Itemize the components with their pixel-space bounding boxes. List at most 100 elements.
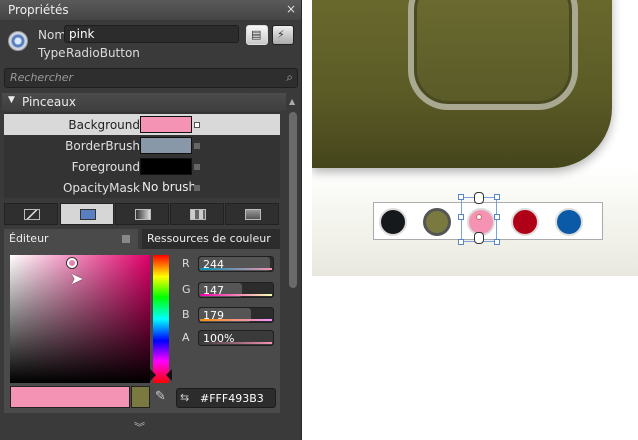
channel-label: R (182, 257, 190, 270)
resize-handle[interactable] (458, 194, 464, 200)
lightning-icon: ⚡ (277, 28, 285, 41)
brush-row-borderbrush[interactable]: BorderBrush (4, 135, 280, 156)
search-input[interactable]: Rechercher (10, 71, 73, 84)
name-input[interactable]: pink (64, 25, 239, 43)
device-illustration (312, 0, 612, 168)
resize-handle[interactable] (494, 239, 500, 245)
hex-value[interactable]: #FFF493B3 (200, 392, 264, 405)
tile-brush-icon (190, 209, 206, 220)
alpha-channel[interactable]: A 100% (180, 330, 276, 346)
resize-handle[interactable] (494, 194, 500, 200)
tile-brush-tab[interactable] (170, 203, 224, 225)
radio-blue[interactable] (555, 208, 583, 236)
color-picker-handle[interactable] (67, 258, 77, 268)
radio-black[interactable] (379, 208, 407, 236)
solid-color-tab[interactable] (60, 203, 114, 225)
green-channel[interactable]: G 147 (180, 282, 276, 298)
panel-title: Propriétés (8, 3, 69, 17)
blue-channel[interactable]: B 179 (180, 307, 276, 323)
rotate-grip-top[interactable] (474, 192, 484, 204)
device-screen (408, 0, 578, 110)
no-brush-tab[interactable] (4, 203, 58, 225)
rotate-grip-bottom[interactable] (474, 232, 484, 244)
no-brush-icon (24, 209, 40, 220)
search-box[interactable]: Rechercher ⌕ (4, 68, 298, 88)
element-identity: Nom pink Type RadioButton ▤ ⚡ (0, 20, 301, 64)
channel-gradient (200, 268, 272, 270)
color-editor: ➤ R 244 G 147 B 179 A 100% ✎ ⇆ #FFF493B3 (4, 249, 280, 413)
saturation-value-field[interactable]: ➤ (10, 255, 150, 383)
resize-handle[interactable] (494, 214, 500, 220)
brush-row-foreground[interactable]: Foreground (4, 156, 280, 177)
type-value: RadioButton (66, 46, 140, 60)
tab-color-resources[interactable]: Ressources de couleur (142, 229, 280, 249)
tab-editor-label: Éditeur (9, 232, 49, 245)
advanced-options-icon[interactable] (194, 143, 200, 149)
resize-handle[interactable] (458, 214, 464, 220)
properties-panel: Propriétés × Nom pink Type RadioButton ▤… (0, 0, 302, 440)
color-editor-tabs: Éditeur Ressources de couleur (4, 229, 280, 249)
name-label: Nom (38, 28, 67, 42)
brush-row-background[interactable]: Background (4, 114, 280, 135)
channel-label: G (182, 283, 191, 296)
channel-field[interactable]: 244 (198, 256, 274, 272)
resource-icon (245, 209, 261, 220)
center-point-icon[interactable] (476, 214, 482, 220)
channel-gradient (200, 319, 272, 321)
scroll-up-icon[interactable]: ▲ (289, 97, 295, 106)
radio-red[interactable] (511, 208, 539, 236)
brush-name: Foreground (71, 160, 140, 174)
type-label: Type (38, 46, 66, 60)
brush-swatch[interactable] (140, 116, 192, 133)
advanced-options-icon[interactable] (194, 122, 200, 128)
advanced-options-icon[interactable] (194, 164, 200, 170)
channel-gradient (200, 342, 272, 344)
hex-field[interactable]: ⇆ #FFF493B3 (176, 388, 276, 408)
swap-format-icon[interactable]: ⇆ (180, 391, 189, 404)
new-color-preview (10, 386, 130, 408)
gradient-tab[interactable] (115, 203, 169, 225)
previous-color-preview[interactable] (131, 386, 150, 408)
properties-icon: ▤ (251, 28, 262, 41)
brush-type-tabs (4, 203, 280, 225)
gradient-icon (135, 209, 151, 220)
resize-handle[interactable] (458, 239, 464, 245)
radio-olive[interactable] (423, 208, 451, 236)
events-view-button[interactable]: ⚡ (272, 25, 294, 45)
brushes-section-header[interactable]: ▼ Pinceaux (2, 93, 286, 111)
hue-slider[interactable] (153, 255, 169, 383)
design-canvas[interactable] (312, 0, 638, 276)
brush-row-opacitymask[interactable]: OpacityMask No brush (4, 177, 280, 198)
brush-name: Background (68, 118, 140, 132)
solid-color-icon (80, 209, 96, 220)
dock-icon[interactable] (122, 235, 130, 243)
channel-label: A (182, 331, 190, 344)
channel-gradient (200, 294, 272, 296)
brush-swatch[interactable] (140, 137, 192, 154)
hue-slider-thumb[interactable] (150, 369, 172, 381)
brush-value[interactable]: No brush (142, 180, 196, 194)
brush-swatch[interactable] (140, 158, 192, 175)
expand-advanced-icon[interactable]: ︾ (134, 419, 145, 435)
radiobutton-type-icon (8, 31, 28, 51)
advanced-options-icon[interactable] (194, 185, 200, 191)
red-channel[interactable]: R 244 (180, 256, 276, 272)
channel-field[interactable]: 147 (198, 282, 274, 298)
section-title: Pinceaux (22, 95, 76, 109)
collapse-triangle-icon[interactable]: ▼ (8, 95, 15, 105)
brush-list: Background BorderBrush Foreground Opacit… (4, 112, 280, 198)
search-icon[interactable]: ⌕ (286, 70, 293, 85)
channel-field[interactable]: 100% (198, 330, 274, 346)
brush-name: OpacityMask (62, 181, 140, 195)
channel-label: B (182, 308, 190, 321)
scrollbar-thumb[interactable] (289, 112, 297, 288)
resource-tab[interactable] (225, 203, 279, 225)
mouse-cursor-icon: ➤ (70, 269, 84, 288)
close-icon[interactable]: × (286, 2, 296, 16)
properties-view-button[interactable]: ▤ (246, 25, 268, 45)
brush-name: BorderBrush (65, 139, 140, 153)
eyedropper-icon[interactable]: ✎ (155, 389, 166, 404)
channel-field[interactable]: 179 (198, 307, 274, 323)
tab-editor[interactable]: Éditeur (4, 229, 138, 249)
tab-resources-label: Ressources de couleur (147, 232, 271, 245)
